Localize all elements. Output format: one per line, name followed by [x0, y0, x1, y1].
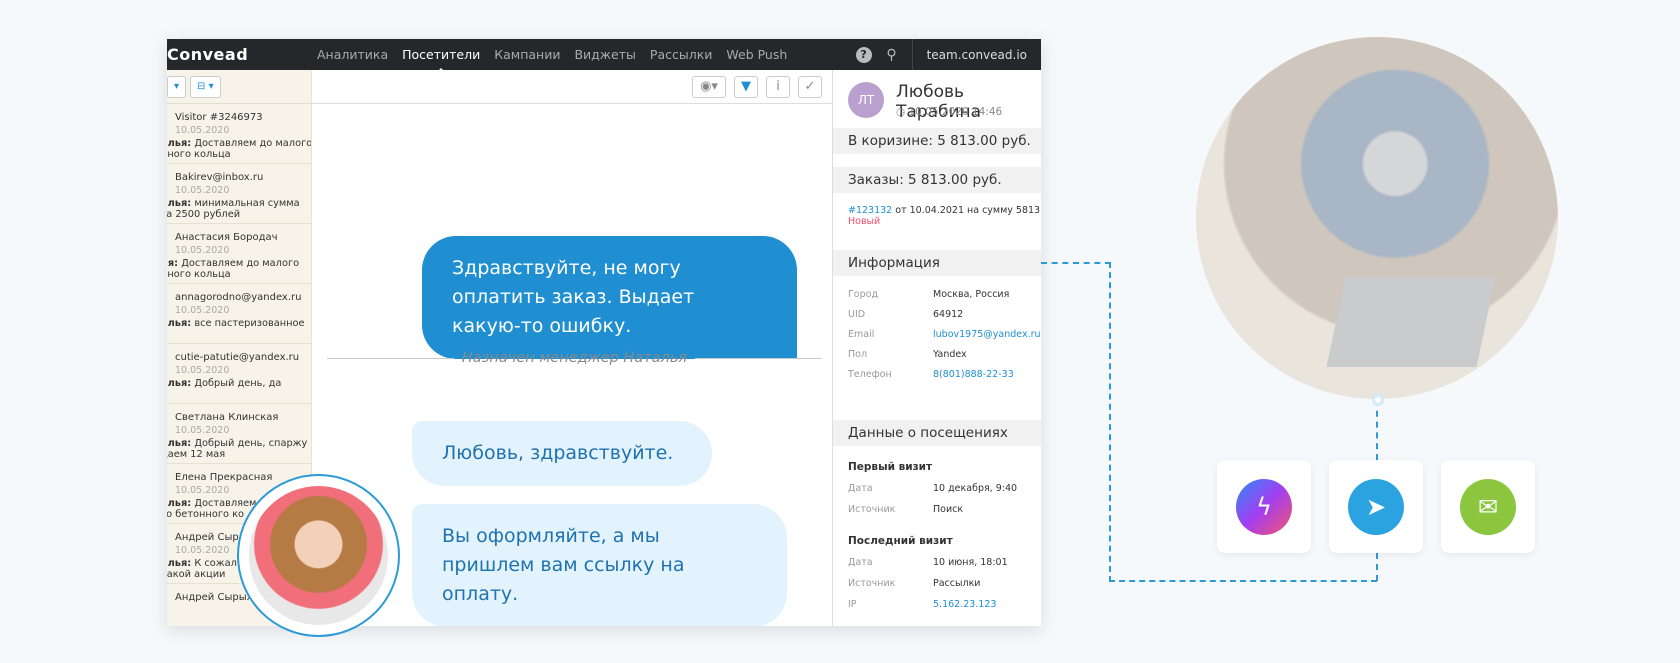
info-row: UID 64912 — [848, 309, 964, 320]
check-icon[interactable]: ✓ — [798, 75, 822, 98]
conversation-preview: алья: все пастеризованное — [167, 318, 305, 329]
filter-dropdown[interactable]: ▾ — [167, 75, 187, 98]
conversation-date: 10.05.2020 — [175, 125, 230, 136]
messenger-icon: ϟ — [1236, 478, 1292, 535]
customer-photo — [1196, 37, 1558, 399]
info-row: Источник Поиск — [848, 504, 964, 515]
conversation-preview: алья: Добрый день, спаржудаем 12 мая — [167, 438, 308, 460]
info-section-title: Информация — [833, 250, 1041, 276]
conversation-name: Анастасия Бородач — [175, 232, 278, 243]
conversation-date: 10.05.2020 — [175, 185, 230, 196]
conversation-item[interactable]: Bakirev@inbox.ru 10.05.2020 алья: минималь… — [167, 164, 311, 224]
cart-total: В коризине: 5 813.00 руб. — [833, 128, 1041, 154]
conversation-preview: алья: Доставляем до малогонного кольца — [167, 138, 311, 160]
info-row: IP 5.162.23.123 — [848, 599, 997, 610]
conversation-name: Visitor #3246973 — [175, 112, 263, 123]
help-icon[interactable]: ? — [855, 46, 872, 63]
info-row: Дата 10 декабря, 9:40 — [848, 483, 1018, 494]
nav-mailings[interactable]: Рассылки — [650, 47, 712, 62]
order-status: Новый — [848, 216, 881, 227]
telegram-channel[interactable]: ➤ — [1329, 460, 1423, 553]
nav-widgets[interactable]: Виджеты — [574, 47, 635, 62]
conversation-date: 10.05.2020 — [175, 245, 230, 256]
info-row: Источник Рассылки — [848, 578, 981, 589]
message-incoming: Здравствуйте, не могу оплатить заказ. Вы… — [422, 236, 797, 359]
telegram-icon: ➤ — [1348, 478, 1404, 535]
info-row: Город Москва, Россия — [848, 289, 1010, 300]
conversation-item[interactable]: Анастасия Бородач 10.05.2020 ия: Доставляе… — [167, 224, 311, 284]
conversation-item[interactable]: cutie-patutie@yandex.ru 10.05.2020 алья: Д… — [167, 344, 311, 404]
conversation-preview: ия: Доставляем до малогонного кольца — [167, 258, 300, 280]
info-row: Email lubov1975@yandex.ru — [848, 329, 1041, 340]
account-link[interactable]: team.convead.io — [911, 39, 1041, 70]
conversation-item[interactable]: annagorodno@yandex.ru 10.05.2020 алья: все… — [167, 284, 311, 344]
order-line: #123132 от 10.04.2021 на сумму 5813.00 р… — [848, 205, 1041, 227]
info-icon[interactable]: i — [766, 75, 790, 98]
nav-visitors[interactable]: Посетители — [402, 47, 480, 73]
visits-section-title: Данные о посещениях — [833, 420, 1041, 446]
agent-photo — [237, 474, 400, 637]
info-row: Дата 10 июня, 18:01 — [848, 557, 1008, 568]
conversation-name: Bakirev@inbox.ru — [175, 172, 264, 183]
email-channel[interactable]: ✉ — [1441, 460, 1535, 553]
last-visit-title: Последний визит — [848, 535, 953, 547]
conversation-name: Светлана Клинская — [175, 412, 279, 423]
top-nav: Convead Аналитика Посетители Кампании Ви… — [167, 39, 1041, 73]
info-row: Пол Yandex — [848, 349, 967, 360]
nav-campaigns[interactable]: Кампании — [494, 47, 560, 62]
assignee-dropdown[interactable]: ◉▾ — [692, 75, 726, 98]
email-icon: ✉ — [1460, 478, 1516, 535]
message-outgoing: Вы оформляйте, а мы пришлем вам ссылку н… — [412, 504, 787, 626]
conversation-item[interactable]: Светлана Клинская 10.05.2020 алья: Добрый … — [167, 404, 311, 464]
search-icon[interactable]: ⚲ — [884, 47, 900, 63]
logo[interactable]: Convead — [167, 45, 317, 64]
nav-analytics[interactable]: Аналитика — [317, 47, 388, 62]
clock-icon: ◷ — [896, 106, 909, 118]
avatar: ЛТ — [848, 82, 884, 118]
conversation-date: 10.05.2020 — [175, 365, 230, 376]
message-outgoing: Любовь, здравствуйте. — [412, 421, 712, 486]
conversation-preview: алья: минимальная суммаза 2500 рублей — [167, 198, 300, 220]
first-visit-title: Первый визит — [848, 461, 933, 473]
conversation-item[interactable]: Visitor #3246973 10.05.2020 алья: Доставля… — [167, 104, 311, 164]
connector-line — [1041, 262, 1111, 264]
conversation-preview: алья: Добрый день, да — [167, 378, 282, 389]
profile-time: ◷ 10.05.2020 14:46 — [896, 106, 1003, 118]
conversation-name: cutie-patutie@yandex.ru — [175, 352, 300, 363]
filter-icon[interactable]: ▼ — [734, 75, 758, 98]
system-message: Назначен менеджер Наталья — [327, 350, 822, 366]
conversation-name: annagorodno@yandex.ru — [175, 292, 302, 303]
nav-webpush[interactable]: Web Push — [726, 47, 787, 62]
info-row: Телефон 8(801)888-22-33 — [848, 369, 1014, 380]
profile-panel: ЛТ Любовь Тарабина ◷ 10.05.2020 14:46 В … — [832, 70, 1041, 626]
conversation-date: 10.05.2020 — [175, 305, 230, 316]
inbox-dropdown[interactable]: ⊟ ▾ — [190, 75, 221, 98]
conversation-date: 10.05.2020 — [175, 425, 230, 436]
messenger-channel[interactable]: ϟ — [1217, 460, 1311, 553]
orders-total: Заказы: 5 813.00 руб. — [833, 167, 1041, 193]
connector-dot — [1372, 394, 1384, 406]
